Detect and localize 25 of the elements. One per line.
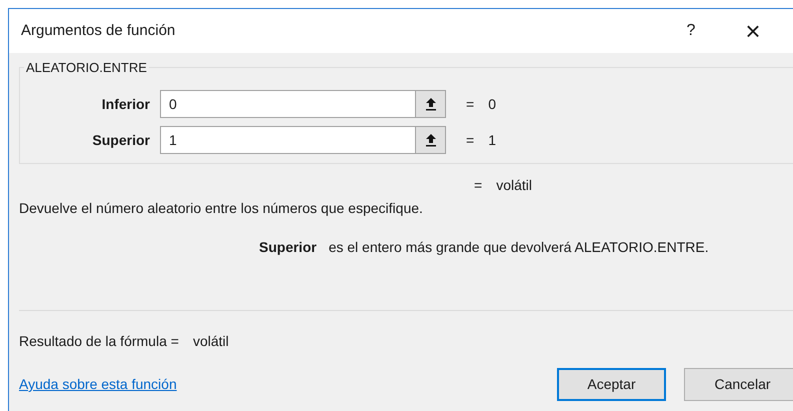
help-button[interactable]: ? bbox=[671, 11, 711, 51]
close-button[interactable]: × bbox=[733, 11, 773, 51]
formula-result-label: Resultado de la fórmula = bbox=[19, 332, 179, 351]
formula-result: volátil bbox=[192, 332, 229, 351]
upload-arrow-icon bbox=[424, 133, 436, 147]
dialog-button[interactable]: Aceptar bbox=[557, 368, 666, 401]
argument-label: Inferior bbox=[100, 94, 151, 114]
function-result: volátil bbox=[496, 176, 532, 194]
function-description: Devuelve el número aleatorio entre los números que especifique. bbox=[19, 199, 424, 218]
equals-sign: = bbox=[466, 130, 474, 150]
collapse-button[interactable] bbox=[415, 127, 445, 153]
argument-field[interactable]: 1 bbox=[160, 126, 446, 154]
dialog-button[interactable]: Cancelar bbox=[684, 368, 793, 401]
window-title: Argumentos de función bbox=[21, 20, 176, 41]
equals-sign: = bbox=[474, 176, 482, 194]
argument-result: 0 bbox=[488, 94, 496, 114]
argument-result: 1 bbox=[488, 130, 496, 150]
collapse-button[interactable] bbox=[415, 91, 445, 117]
help-link[interactable]: Ayuda sobre esta función bbox=[19, 374, 177, 395]
argument-description: es el entero más grande que devolverá ALEATORIO.ENTRE. bbox=[328, 238, 709, 257]
argument-name: Superior bbox=[259, 238, 317, 257]
argument-label: Superior bbox=[91, 130, 151, 150]
upload-arrow-icon bbox=[424, 97, 436, 111]
equals-sign: = bbox=[466, 94, 474, 114]
argument-field[interactable]: 0 bbox=[160, 90, 446, 118]
